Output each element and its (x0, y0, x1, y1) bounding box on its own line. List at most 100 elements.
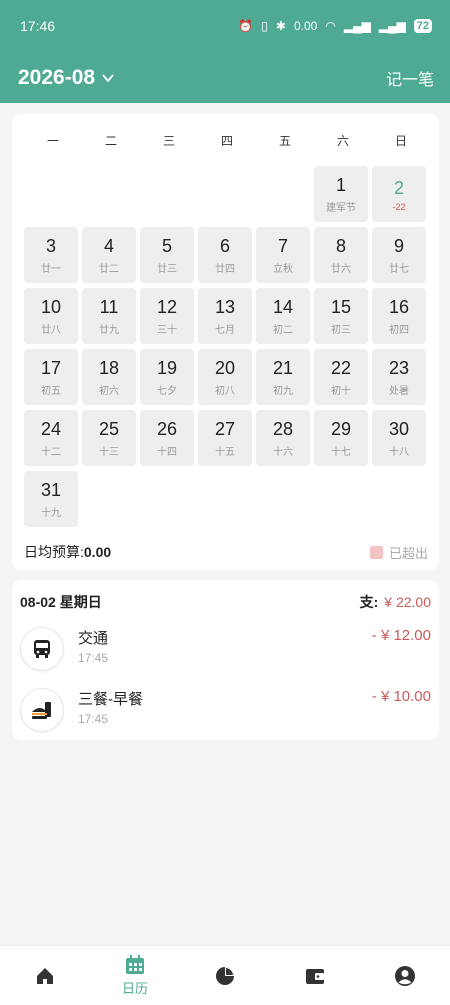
entry-time: 17:45 (78, 651, 109, 665)
calendar-day-25[interactable]: 25 十三 (82, 410, 136, 466)
calendar-day-31[interactable]: 31 十九 (24, 471, 78, 527)
day-number: 19 (156, 358, 178, 378)
network-speed: 0.00 (293, 19, 318, 33)
breakfast-icon (20, 688, 64, 732)
calendar-day-17[interactable]: 17 初五 (24, 349, 78, 405)
tab-home[interactable] (0, 946, 90, 1005)
day-subtext: 廿九 (99, 325, 119, 336)
day-number: 4 (103, 236, 114, 256)
day-subtext: 廿二 (99, 264, 119, 275)
calendar-day-19[interactable]: 19 七夕 (140, 349, 194, 405)
day-number: 9 (393, 236, 404, 256)
day-number: 14 (272, 297, 294, 317)
daily-budget: 日均预算:0.00 (24, 542, 111, 562)
status-time: 17:46 (20, 18, 56, 34)
record-button[interactable]: 记一笔 (386, 66, 434, 90)
day-subtext: 廿四 (215, 264, 235, 275)
calendar-day-9[interactable]: 9 廿七 (372, 227, 426, 283)
calendar-day-29[interactable]: 29 十七 (314, 410, 368, 466)
day-detail-card: 08-02 星期日 支: ¥ 22.00 交通 17:45 - ¥ 12.00 三… (12, 580, 439, 740)
bluetooth-icon: ✱ (275, 19, 286, 33)
day-subtext: 十八 (389, 447, 409, 458)
day-subtext: 廿一 (41, 264, 61, 275)
weekday-label: 一 (46, 134, 59, 148)
day-subtext: -22 (392, 201, 406, 212)
weekday-header: 一二三四五六日 (24, 132, 428, 149)
entry-row[interactable]: 交通 17:45 - ¥ 12.00 (20, 623, 431, 673)
tab-wallet[interactable] (270, 946, 360, 1005)
day-number: 2 (393, 177, 404, 198)
weekday-label: 六 (336, 134, 349, 148)
day-number: 7 (277, 236, 288, 256)
calendar-day-4[interactable]: 4 廿二 (82, 227, 136, 283)
calendar-day-7[interactable]: 7 立秋 (256, 227, 310, 283)
tab-calendar[interactable]: 日历 (90, 946, 180, 1005)
day-total-label: 支: (359, 594, 379, 610)
day-number: 26 (156, 419, 178, 439)
day-subtext: 初五 (41, 386, 61, 397)
calendar-day-8[interactable]: 8 廿六 (314, 227, 368, 283)
calendar-day-21[interactable]: 21 初九 (256, 349, 310, 405)
day-number: 12 (156, 297, 178, 317)
calendar-day-10[interactable]: 10 廿八 (24, 288, 78, 344)
entry-row[interactable]: 三餐-早餐 17:45 - ¥ 10.00 (20, 684, 431, 734)
day-subtext: 十五 (215, 447, 235, 458)
calendar-day-27[interactable]: 27 十五 (198, 410, 252, 466)
alarm-icon: ⏰ (238, 19, 254, 33)
calendar-day-26[interactable]: 26 十四 (140, 410, 194, 466)
month-selector[interactable]: 2026-08 (18, 66, 115, 90)
calendar-day-18[interactable]: 18 初六 (82, 349, 136, 405)
calendar-day-11[interactable]: 11 廿九 (82, 288, 136, 344)
day-number: 20 (214, 358, 236, 378)
budget-row: 日均预算:0.00 已超出 (24, 542, 428, 562)
tab-profile[interactable] (360, 946, 450, 1005)
day-total-amount: ¥ 22.00 (384, 594, 431, 610)
signal-icon: ▂▄▆ (343, 19, 371, 33)
calendar-day-24[interactable]: 24 十二 (24, 410, 78, 466)
calendar-day-12[interactable]: 12 三十 (140, 288, 194, 344)
calendar-day-30[interactable]: 30 十八 (372, 410, 426, 466)
vibrate-icon: ▯ (261, 19, 268, 33)
day-number: 29 (330, 419, 352, 439)
calendar-blank-cell (140, 166, 194, 222)
weekday-label: 四 (220, 134, 233, 148)
entry-time: 17:45 (78, 712, 109, 726)
day-number: 18 (98, 358, 120, 378)
calendar-day-22[interactable]: 22 初十 (314, 349, 368, 405)
day-number: 25 (98, 419, 120, 439)
calendar-day-13[interactable]: 13 七月 (198, 288, 252, 344)
calendar-card: 一二三四五六日 1 建军节 2 -22 3 廿一 4 廿二 5 廿三 6 廿四 7 立秋 8 廿六 9 廿七 10 廿… (12, 114, 439, 570)
daily-budget-label: 日均预算: (24, 544, 84, 560)
calendar-day-15[interactable]: 15 初三 (314, 288, 368, 344)
calendar-day-20[interactable]: 20 初八 (198, 349, 252, 405)
chevron-down-icon (102, 73, 114, 82)
day-subtext: 三十 (157, 325, 177, 336)
calendar-day-5[interactable]: 5 廿三 (140, 227, 194, 283)
over-budget-swatch (369, 545, 383, 559)
calendar-day-16[interactable]: 16 初四 (372, 288, 426, 344)
day-number: 17 (40, 358, 62, 378)
month-label: 2026-08 (18, 65, 96, 89)
weekday-label: 五 (278, 134, 291, 148)
calendar-day-3[interactable]: 3 廿一 (24, 227, 78, 283)
calendar-day-23[interactable]: 23 处暑 (372, 349, 426, 405)
day-subtext: 初八 (215, 386, 235, 397)
entry-name: 交通 (78, 630, 109, 647)
calendar-day-6[interactable]: 6 廿四 (198, 227, 252, 283)
daily-budget-value: 0.00 (83, 544, 112, 560)
day-subtext: 初二 (273, 325, 293, 336)
over-budget-label: 已超出 (388, 545, 428, 561)
day-subtext: 七月 (215, 325, 235, 336)
tab-statistics[interactable] (180, 946, 270, 1005)
wallet-icon (306, 968, 324, 984)
day-number: 10 (40, 297, 62, 317)
day-number: 23 (388, 358, 410, 378)
calendar-day-1[interactable]: 1 建军节 (314, 166, 368, 222)
calendar-day-2[interactable]: 2 -22 (372, 166, 426, 222)
day-number: 22 (330, 358, 352, 378)
day-number: 27 (214, 419, 236, 439)
calendar-day-28[interactable]: 28 十六 (256, 410, 310, 466)
day-number: 5 (161, 236, 172, 256)
calendar-day-14[interactable]: 14 初二 (256, 288, 310, 344)
calendar-blank-cell (24, 166, 78, 222)
